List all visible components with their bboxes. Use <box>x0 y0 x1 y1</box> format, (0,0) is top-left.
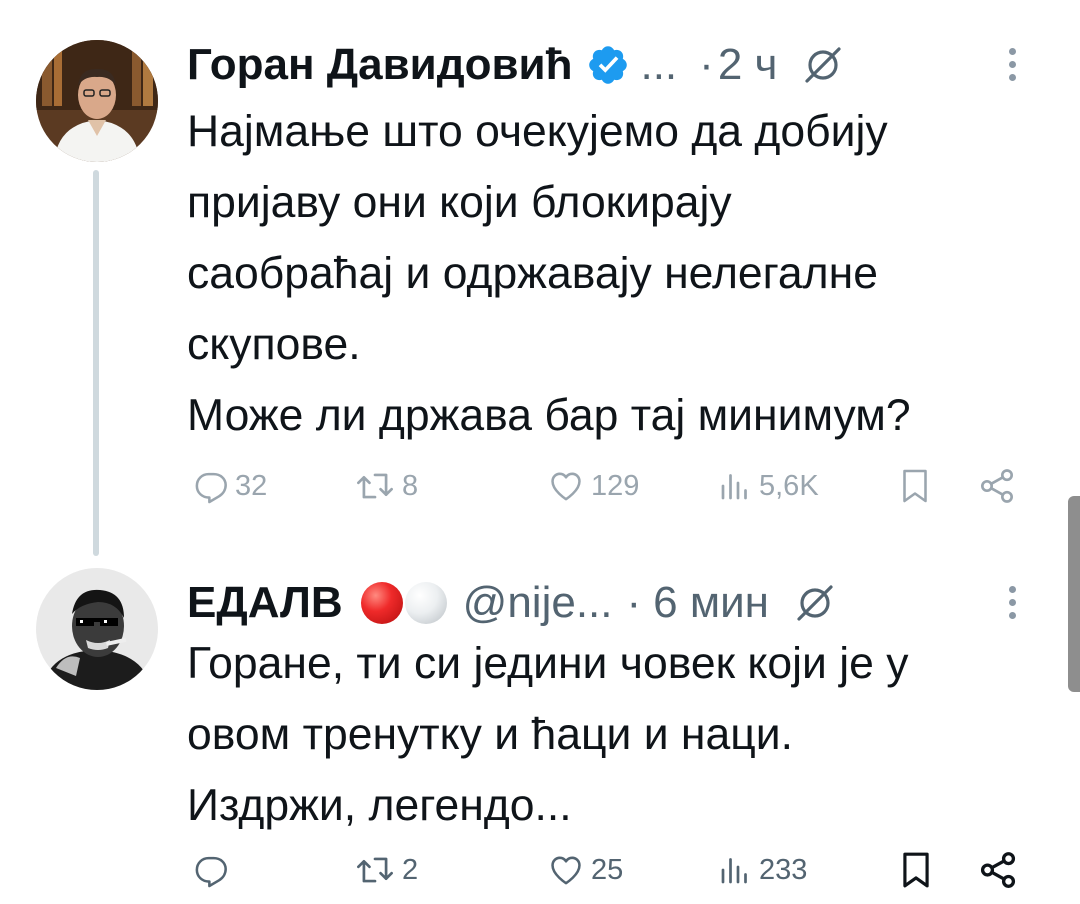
author-name[interactable]: ЕДАЛВ <box>187 578 343 628</box>
scrollbar[interactable] <box>1068 496 1080 692</box>
action-bar: 2 25 233 <box>187 842 1047 898</box>
tweet[interactable]: ЕДАЛВ @nije... · 6 мин Горане, ти си јед… <box>0 548 1080 904</box>
tweet[interactable]: Горан Давидовић ... · 2 ч Најмање што оч… <box>0 0 1080 556</box>
author-handle[interactable]: @nije... <box>463 578 613 628</box>
view-count: 5,6K <box>759 469 819 502</box>
bookmark-button[interactable] <box>897 458 933 514</box>
tweet-text-line: овом тренутку и ћаци и наци. <box>187 710 793 759</box>
separator-dot: · <box>626 578 642 627</box>
thread-line <box>93 170 99 556</box>
like-button[interactable]: 25 <box>547 842 623 898</box>
avatar-photo <box>36 40 158 162</box>
tweet-text-line: Може ли држава бар тај минимум? <box>187 391 911 440</box>
bookmark-button[interactable] <box>897 842 935 898</box>
like-count: 129 <box>591 469 640 502</box>
separator-dot: · <box>699 40 714 89</box>
reply-icon <box>195 472 227 504</box>
tweet-text: Горане, ти си једини човек који је у ово… <box>187 628 1057 841</box>
grok-icon[interactable] <box>803 45 843 85</box>
tweet-text-line: саобраћај и одржавају нелегалне <box>187 249 878 298</box>
heart-icon <box>551 856 581 885</box>
verified-badge-icon[interactable] <box>586 43 630 87</box>
repost-count: 2 <box>402 853 419 886</box>
tweet-text-line: Најмање што очекујемо да добију <box>187 107 888 156</box>
like-count: 25 <box>591 853 624 886</box>
avatar[interactable] <box>36 568 158 690</box>
red-circle-emoji <box>360 582 403 624</box>
reply-button[interactable] <box>191 842 235 898</box>
tweet-text: Најмање што очекујемо да добију пријаву … <box>187 96 1057 451</box>
heart-icon <box>551 472 581 501</box>
author-name[interactable]: Горан Давидовић <box>187 40 572 90</box>
more-options-icon[interactable] <box>992 580 1032 626</box>
grok-icon[interactable] <box>795 583 835 623</box>
views-button[interactable]: 5,6K <box>717 458 819 514</box>
tweet-text-line: скупове. <box>187 320 361 369</box>
share-icon <box>980 852 1016 888</box>
action-bar: 32 8 129 5,6K <box>187 458 1047 514</box>
views-button[interactable]: 233 <box>717 842 807 898</box>
tweet-text-line: Издржи, легендо... <box>187 781 572 830</box>
like-button[interactable]: 129 <box>547 458 639 514</box>
repost-icon <box>357 857 393 883</box>
reply-count: 32 <box>235 469 268 502</box>
author-handle[interactable]: ... <box>640 40 677 90</box>
views-icon <box>721 858 747 884</box>
reply-button[interactable]: 32 <box>191 458 267 514</box>
view-count: 233 <box>759 853 808 886</box>
tweet-header: ЕДАЛВ @nije... · 6 мин <box>187 570 1040 636</box>
avatar[interactable] <box>36 40 158 162</box>
share-button[interactable] <box>977 458 1017 514</box>
repost-count: 8 <box>402 469 419 502</box>
more-options-icon[interactable] <box>992 42 1032 88</box>
repost-button[interactable]: 8 <box>354 458 418 514</box>
repost-icon <box>357 473 393 499</box>
tweet-header: Горан Давидовић ... · 2 ч <box>187 32 1040 98</box>
reply-icon <box>195 856 227 888</box>
views-icon <box>721 474 747 500</box>
timestamp[interactable]: 2 ч <box>718 40 778 90</box>
avatar-photo <box>36 568 158 690</box>
share-button[interactable] <box>977 842 1019 898</box>
repost-button[interactable]: 2 <box>354 842 418 898</box>
tweet-text-line: Горане, ти си једини човек који је у <box>187 639 909 688</box>
bookmark-icon <box>903 469 927 503</box>
white-circle-emoji <box>404 582 447 624</box>
tweet-text-line: пријаву они који блокирају <box>187 178 732 227</box>
bookmark-icon <box>903 852 929 888</box>
share-icon <box>981 469 1013 503</box>
timestamp[interactable]: 6 мин <box>653 578 769 628</box>
